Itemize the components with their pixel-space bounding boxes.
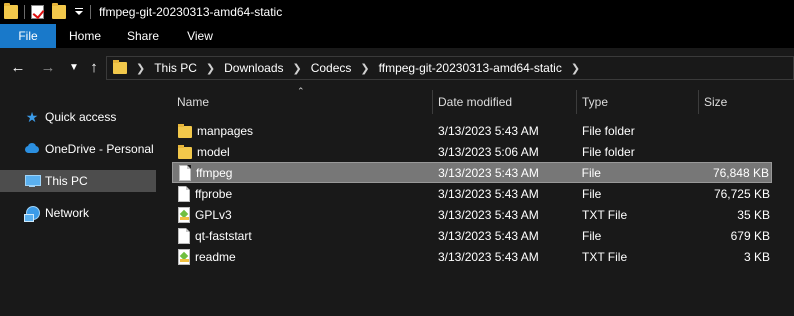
tab-home[interactable]: Home (56, 24, 114, 48)
date-modified-cell: 3/13/2023 5:43 AM (438, 228, 539, 243)
address-bar[interactable]: ❯ This PC ❯ Downloads ❯ Codecs ❯ ffmpeg-… (106, 56, 794, 80)
address-row: ← → ▼ ↑ ❯ This PC ❯ Downloads ❯ Codecs ❯… (0, 48, 794, 88)
size-cell: 35 KB (737, 207, 770, 222)
file-name: qt-faststart (195, 228, 252, 243)
divider (90, 5, 91, 19)
sidebar-item-network[interactable]: Network (0, 202, 156, 224)
file-icon (178, 185, 190, 202)
folder-icon (178, 123, 192, 138)
file-name-cell: qt-faststart (172, 227, 433, 244)
chevron-right-icon[interactable]: ❯ (360, 62, 369, 75)
file-name-cell: manpages (172, 123, 433, 138)
pc-icon (24, 173, 41, 189)
sidebar-item-quick-access[interactable]: ★ Quick access (0, 106, 156, 128)
type-cell: TXT File (582, 249, 628, 264)
file-name: model (197, 144, 230, 159)
file-name: readme (195, 249, 236, 264)
date-modified-cell: 3/13/2023 5:06 AM (438, 144, 539, 159)
folder-icon (113, 60, 127, 74)
file-name-cell: readme (172, 248, 433, 265)
network-icon (24, 205, 40, 222)
file-name-cell: ffprobe (172, 185, 433, 202)
type-cell: File folder (582, 123, 635, 138)
column-headers: Name Date modified Type Size (172, 90, 776, 114)
file-name: ffprobe (195, 186, 233, 201)
navigation-pane: ★ Quick access OneDrive - Personal This … (0, 88, 158, 316)
sidebar-item-onedrive[interactable]: OneDrive - Personal (0, 138, 156, 160)
type-cell: TXT File (582, 207, 628, 222)
up-arrow-icon[interactable]: ↑ (86, 60, 102, 76)
size-cell: 76,848 KB (712, 165, 769, 180)
file-name-cell: ffmpeg (173, 164, 433, 181)
file-list: ⌃ Name Date modified Type Size manpages … (158, 87, 794, 316)
date-modified-cell: 3/13/2023 5:43 AM (438, 186, 539, 201)
forward-arrow-icon[interactable]: → (40, 60, 56, 76)
type-cell: File folder (582, 144, 635, 159)
table-row[interactable]: readme 3/13/2023 5:43 AM TXT File 3 KB (172, 246, 772, 267)
chevron-right-icon[interactable]: ❯ (571, 62, 580, 75)
size-cell: 76,725 KB (713, 186, 770, 201)
tab-share[interactable]: Share (114, 24, 172, 48)
file-name: GPLv3 (195, 207, 232, 222)
text-file-icon (178, 206, 190, 223)
file-name-cell: model (172, 144, 433, 159)
size-cell: 3 KB (743, 249, 770, 264)
breadcrumb-this-pc[interactable]: This PC (154, 61, 197, 75)
column-header-date-modified[interactable]: Date modified (433, 90, 577, 114)
file-icon (179, 164, 191, 181)
breadcrumb-current-folder[interactable]: ffmpeg-git-20230313-amd64-static (379, 61, 562, 75)
type-cell: File (581, 165, 601, 180)
type-cell: File (582, 186, 602, 201)
table-row[interactable]: qt-faststart 3/13/2023 5:43 AM File 679 … (172, 225, 772, 246)
tab-view[interactable]: View (172, 24, 228, 48)
table-row[interactable]: model 3/13/2023 5:06 AM File folder (172, 141, 772, 162)
divider (24, 5, 25, 19)
table-row[interactable]: manpages 3/13/2023 5:43 AM File folder (172, 120, 772, 141)
sidebar-item-label: Quick access (45, 110, 117, 124)
folder-icon[interactable] (4, 3, 18, 19)
file-name-cell: GPLv3 (172, 206, 433, 223)
tab-file[interactable]: File (0, 24, 56, 48)
sidebar-item-label: This PC (45, 174, 88, 188)
date-modified-cell: 3/13/2023 5:43 AM (438, 123, 539, 138)
text-file-icon (178, 248, 190, 265)
ribbon-tabs: File Home Share View (0, 24, 794, 48)
table-row[interactable]: GPLv3 3/13/2023 5:43 AM TXT File 35 KB (172, 204, 772, 225)
sidebar-item-label: OneDrive - Personal (45, 142, 154, 156)
breadcrumb-downloads[interactable]: Downloads (224, 61, 283, 75)
new-folder-icon[interactable] (52, 3, 66, 19)
back-arrow-icon[interactable]: ← (10, 60, 26, 76)
breadcrumb-codecs[interactable]: Codecs (311, 61, 352, 75)
column-header-size[interactable]: Size (699, 90, 776, 114)
folder-icon (178, 144, 192, 159)
column-header-name[interactable]: Name (172, 90, 433, 114)
type-cell: File (582, 228, 602, 243)
title-bar: ffmpeg-git-20230313-amd64-static (0, 0, 794, 24)
properties-icon[interactable] (31, 5, 44, 19)
size-cell: 679 KB (730, 228, 770, 243)
file-icon (178, 227, 190, 244)
date-modified-cell: 3/13/2023 5:43 AM (438, 165, 539, 180)
file-name: manpages (197, 123, 254, 138)
star-icon: ★ (25, 109, 39, 125)
date-modified-cell: 3/13/2023 5:43 AM (438, 249, 539, 264)
file-name: ffmpeg (196, 165, 233, 180)
chevron-right-icon[interactable]: ❯ (293, 62, 302, 75)
window-title: ffmpeg-git-20230313-amd64-static (99, 5, 283, 19)
cloud-icon (24, 141, 40, 157)
column-header-type[interactable]: Type (577, 90, 699, 114)
date-modified-cell: 3/13/2023 5:43 AM (438, 207, 539, 222)
sidebar-item-label: Network (45, 206, 90, 220)
sidebar-item-this-pc[interactable]: This PC (0, 170, 156, 192)
chevron-right-icon[interactable]: ❯ (136, 62, 145, 75)
recent-locations-chevron-down-icon[interactable]: ▼ (66, 60, 82, 76)
table-row[interactable]: ffprobe 3/13/2023 5:43 AM File 76,725 KB (172, 183, 772, 204)
table-row-selected[interactable]: ffmpeg 3/13/2023 5:43 AM File 76,848 KB (172, 162, 772, 183)
chevron-right-icon[interactable]: ❯ (206, 62, 215, 75)
customize-quick-access-dropdown-icon[interactable] (74, 6, 84, 18)
